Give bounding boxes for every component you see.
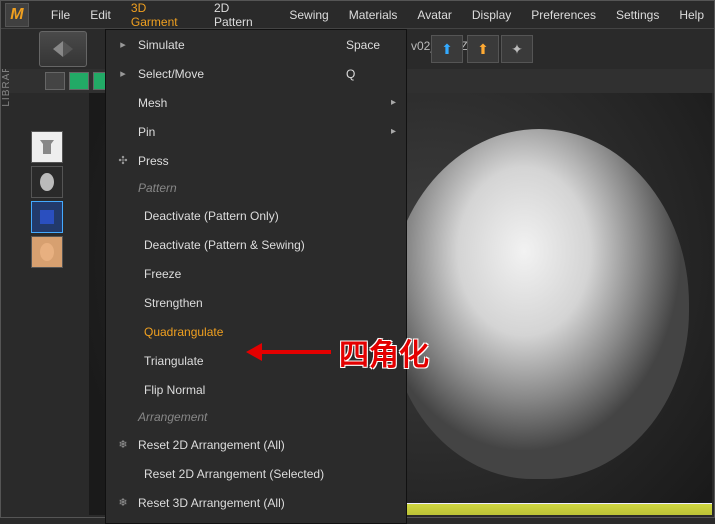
menu-item-reset-3d-arrangement-all-[interactable]: ❄Reset 3D Arrangement (All)	[106, 488, 406, 517]
avatar-head	[389, 129, 689, 479]
menu-item-mesh[interactable]: Mesh▸	[106, 88, 406, 117]
menu-item-reset-2d-arrangement-all-[interactable]: ❄Reset 2D Arrangement (All)	[106, 430, 406, 459]
toolbar-run-button[interactable]: ✦	[501, 35, 533, 63]
menubar-item-help[interactable]: Help	[669, 1, 714, 28]
menu-item-flip-normal[interactable]: Flip Normal	[106, 375, 406, 404]
menubar-item-2d-pattern[interactable]: 2D Pattern	[204, 1, 279, 28]
left-thumbnail-panel	[31, 131, 73, 268]
dropdown-3d-garment: ▸SimulateSpace▸Select/MoveQMesh▸Pin▸✣Pre…	[105, 29, 407, 524]
menubar-item-display[interactable]: Display	[462, 1, 521, 28]
menubar-item-settings[interactable]: Settings	[606, 1, 669, 28]
annotation-arrow-icon	[251, 350, 331, 354]
dropdown-section: Pattern	[106, 175, 406, 201]
menu-item-simulate[interactable]: ▸SimulateSpace	[106, 30, 406, 59]
menubar-item-materials[interactable]: Materials	[339, 1, 408, 28]
menubar: M FileEdit3D Garment2D PatternSewingMate…	[1, 1, 714, 29]
rb-select-icon[interactable]	[69, 72, 89, 90]
annotation-text: 四角化	[339, 330, 429, 374]
thumb-avatar-head[interactable]	[31, 166, 63, 198]
submenu-arrow-icon: ▸	[391, 126, 396, 137]
menu-item-deactivate-pattern-only-[interactable]: Deactivate (Pattern Only)	[106, 201, 406, 230]
menu-item-reset-2d-arrangement-selected-[interactable]: Reset 2D Arrangement (Selected)	[106, 459, 406, 488]
toolbar-button-b[interactable]: ⬆	[467, 35, 499, 63]
menubar-item-edit[interactable]: Edit	[80, 1, 121, 28]
menu-item-icon: ✣	[114, 154, 132, 167]
menubar-item-sewing[interactable]: Sewing	[279, 1, 338, 28]
menu-item-freeze[interactable]: Freeze	[106, 259, 406, 288]
toolbar-button-a[interactable]: ⬆	[431, 35, 463, 63]
menu-shortcut: Q	[346, 67, 406, 81]
menubar-item-file[interactable]: File	[41, 1, 80, 28]
thumb-garment[interactable]	[31, 131, 63, 163]
menu-item-icon: ❄	[114, 438, 132, 451]
dropdown-section: Arrangement	[106, 404, 406, 430]
app-icon: M	[5, 3, 29, 27]
menu-item-icon: ❄	[114, 496, 132, 509]
menubar-item-3d-garment[interactable]: 3D Garment	[121, 1, 204, 28]
menu-item-icon: ▸	[114, 67, 132, 80]
menu-shortcut: Space	[346, 38, 406, 52]
menu-item-press[interactable]: ✣Press	[106, 146, 406, 175]
annotation: 四角化	[251, 330, 429, 374]
menu-item-select-move[interactable]: ▸Select/MoveQ	[106, 59, 406, 88]
thumb-selected-fabric[interactable]	[31, 201, 63, 233]
menubar-item-avatar[interactable]: Avatar	[407, 1, 461, 28]
rb-cursor-icon[interactable]	[45, 72, 65, 90]
menubar-item-preferences[interactable]: Preferences	[521, 1, 606, 28]
menu-item-pin[interactable]: Pin▸	[106, 117, 406, 146]
thumb-skin[interactable]	[31, 236, 63, 268]
menu-item-strengthen[interactable]: Strengthen	[106, 288, 406, 317]
menu-item-deactivate-pattern-sewing-[interactable]: Deactivate (Pattern & Sewing)	[106, 230, 406, 259]
tool-main-button[interactable]	[39, 31, 87, 67]
submenu-arrow-icon: ▸	[391, 97, 396, 108]
menu-item-icon: ▸	[114, 38, 132, 51]
